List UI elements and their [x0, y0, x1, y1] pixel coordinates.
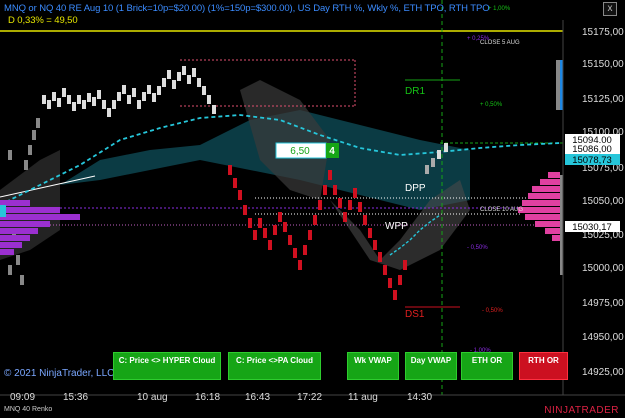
price-tick: 15125,00: [582, 94, 624, 105]
time-tick: 09:09: [10, 392, 35, 403]
ds1-label: DS1: [405, 309, 425, 320]
pct-label: + 0,50%: [480, 102, 503, 108]
dpp-label: DPP: [405, 183, 426, 194]
price-flag-label: 15086,00: [572, 144, 612, 155]
dr1-label: DR1: [405, 86, 425, 97]
time-tick: 16:18: [195, 392, 220, 403]
chart-toggle-button[interactable]: Wk VWAP: [347, 352, 399, 380]
price-tick: 15150,00: [582, 59, 624, 70]
brand-logo: NINJATRADER: [544, 405, 619, 416]
time-tick: 11 aug: [348, 392, 378, 403]
pct-label: + 0,25%: [467, 36, 490, 42]
price-flag-label: 15030,17: [572, 222, 612, 233]
price-tick: 15175,00: [582, 27, 624, 38]
price-tick: 14925,00: [582, 367, 624, 378]
price-tick: 15050,00: [582, 196, 624, 207]
price-tick: 15000,00: [582, 263, 624, 274]
pct-label: - 0,50%: [467, 245, 488, 251]
chart-stats: D 0,33% = 49,50: [8, 15, 78, 26]
box-value: 6,50: [290, 146, 310, 157]
time-tick: 15:36: [63, 392, 88, 403]
time-tick: 14:30: [407, 392, 432, 403]
box-count: 4: [329, 146, 335, 157]
chart-toggle-button[interactable]: C: Price <>PA Cloud: [228, 352, 321, 380]
instrument-label: MNQ 40 Renko: [4, 406, 53, 413]
close10-label: CLOSE 10 AUG: [480, 207, 523, 213]
chart-toggle-button[interactable]: RTH OR: [519, 352, 568, 380]
time-tick: 10 aug: [137, 392, 168, 403]
time-tick: 16:43: [245, 392, 270, 403]
pct-label: + 1,00%: [488, 6, 511, 12]
close-icon[interactable]: x: [603, 2, 617, 16]
copyright: © 2021 NinjaTrader, LLC: [4, 368, 115, 379]
pct-label: - 0,50%: [482, 308, 503, 314]
time-tick: 17:22: [297, 392, 322, 403]
chart-toggle-button[interactable]: Day VWAP: [405, 352, 457, 380]
price-flag-label: 15078,73: [572, 155, 612, 166]
price-tick: 14950,00: [582, 332, 624, 343]
chart-title: MNQ or NQ 40 RE Aug 10 (1 Brick=10p=$20.…: [4, 3, 490, 14]
wpp-label: WPP: [385, 221, 408, 232]
price-tick: 14975,00: [582, 298, 624, 309]
chart-toggle-button[interactable]: C: Price <> HYPER Cloud: [113, 352, 221, 380]
chart-toggle-button[interactable]: ETH OR: [461, 352, 513, 380]
